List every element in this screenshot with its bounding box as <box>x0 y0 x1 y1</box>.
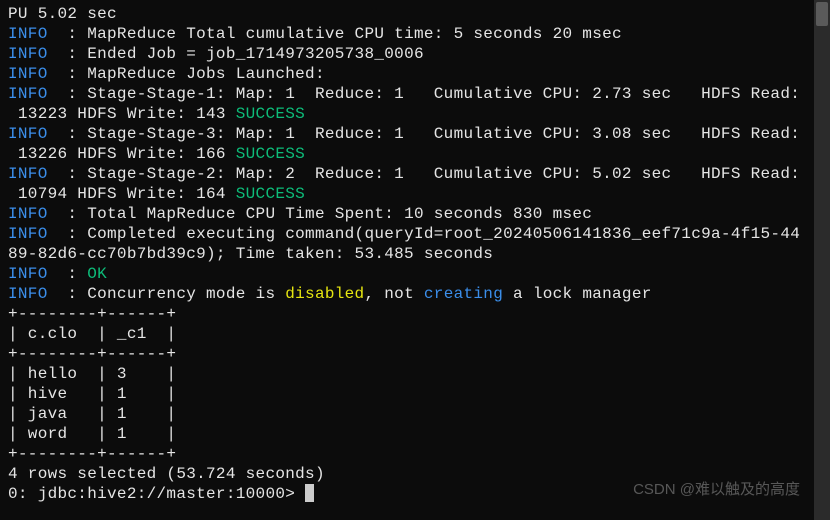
status-success: SUCCESS <box>236 145 305 163</box>
table-header: | c.clo | _c1 | <box>8 325 176 343</box>
terminal-output[interactable]: PU 5.02 sec INFO : MapReduce Total cumul… <box>8 4 822 504</box>
output-line: : Stage-Stage-2: Map: 2 Reduce: 1 Cumula… <box>48 165 801 183</box>
watermark: CSDN @难以触及的高度 <box>633 481 800 500</box>
table-row: | hello | 3 | <box>8 365 176 383</box>
keyword-disabled: disabled <box>285 285 364 303</box>
output-line: : <box>48 265 88 283</box>
log-level-info: INFO <box>8 45 48 63</box>
status-success: SUCCESS <box>236 105 305 123</box>
output-line: : Concurrency mode is <box>48 285 286 303</box>
scrollbar-thumb[interactable] <box>816 2 828 26</box>
output-line: : Stage-Stage-3: Map: 1 Reduce: 1 Cumula… <box>48 125 801 143</box>
output-line: : MapReduce Total cumulative CPU time: 5… <box>48 25 622 43</box>
log-level-info: INFO <box>8 125 48 143</box>
status-ok: OK <box>87 265 107 283</box>
prompt: 0: jdbc:hive2://master:10000> <box>8 485 305 503</box>
output-line: : Ended Job = job_1714973205738_0006 <box>48 45 424 63</box>
output-line: : Stage-Stage-1: Map: 1 Reduce: 1 Cumula… <box>48 85 801 103</box>
log-level-info: INFO <box>8 85 48 103</box>
output-line: PU 5.02 sec <box>8 5 117 23</box>
scrollbar[interactable] <box>814 0 830 520</box>
output-line: : Total MapReduce CPU Time Spent: 10 sec… <box>48 205 593 223</box>
log-level-info: INFO <box>8 225 48 243</box>
output-line: : MapReduce Jobs Launched: <box>48 65 325 83</box>
output-line: , not <box>364 285 423 303</box>
log-level-info: INFO <box>8 25 48 43</box>
table-border: +--------+------+ <box>8 445 176 463</box>
table-border: +--------+------+ <box>8 345 176 363</box>
status-success: SUCCESS <box>236 185 305 203</box>
table-row: | java | 1 | <box>8 405 176 423</box>
table-row: | word | 1 | <box>8 425 176 443</box>
log-level-info: INFO <box>8 265 48 283</box>
keyword-creating: creating <box>424 285 503 303</box>
output-line: 13226 HDFS Write: 166 <box>8 145 236 163</box>
table-row: | hive | 1 | <box>8 385 176 403</box>
output-line: 10794 HDFS Write: 164 <box>8 185 236 203</box>
log-level-info: INFO <box>8 65 48 83</box>
log-level-info: INFO <box>8 165 48 183</box>
log-level-info: INFO <box>8 285 48 303</box>
cursor[interactable] <box>305 484 314 502</box>
output-line: a lock manager <box>503 285 652 303</box>
output-line: : Completed executing command(queryId=ro… <box>48 225 801 243</box>
log-level-info: INFO <box>8 205 48 223</box>
output-line: 13223 HDFS Write: 143 <box>8 105 236 123</box>
output-line: 89-82d6-cc70b7bd39c9); Time taken: 53.48… <box>8 245 493 263</box>
table-border: +--------+------+ <box>8 305 176 323</box>
result-summary: 4 rows selected (53.724 seconds) <box>8 465 325 483</box>
